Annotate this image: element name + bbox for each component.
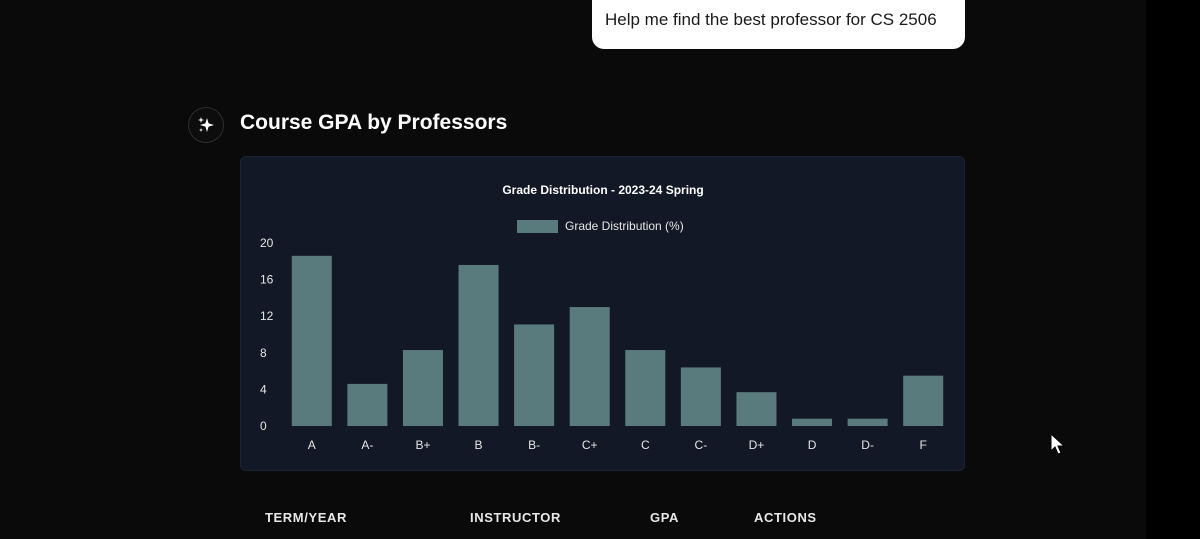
x-tick-label: D — [808, 438, 817, 452]
x-tick-label: D+ — [749, 438, 765, 452]
chart-canvas: Grade Distribution - 2023-24 Spring Grade… — [260, 183, 944, 452]
x-tick-label: C — [641, 438, 650, 452]
x-tick-label: B+ — [415, 438, 430, 452]
bar — [569, 307, 610, 426]
bar — [458, 264, 499, 426]
bar — [792, 418, 833, 426]
bar — [903, 375, 944, 426]
column-header-instructor[interactable]: INSTRUCTOR — [470, 510, 561, 525]
bar — [514, 324, 555, 426]
section-title: Course GPA by Professors — [240, 111, 508, 134]
bar — [402, 350, 443, 426]
x-tick-label: A- — [361, 438, 373, 452]
bar — [625, 350, 666, 426]
y-tick-label: 4 — [260, 382, 267, 396]
bar — [680, 367, 721, 426]
bar — [291, 255, 332, 426]
grade-distribution-chart: Grade Distribution - 2023-24 Spring Grade… — [240, 156, 965, 471]
user-message-text: Help me find the best professor for CS 2… — [605, 10, 937, 29]
chat-app: Help me find the best professor for CS 2… — [0, 0, 1146, 539]
x-tick-label: B- — [528, 438, 540, 452]
chart-title: Grade Distribution - 2023-24 Spring — [502, 183, 703, 197]
column-header-actions[interactable]: ACTIONS — [754, 510, 817, 525]
x-tick-label: C- — [695, 438, 708, 452]
assistant-avatar — [188, 107, 224, 143]
y-tick-label: 0 — [260, 419, 267, 433]
y-tick-label: 12 — [260, 309, 274, 323]
user-message-bubble: Help me find the best professor for CS 2… — [592, 0, 965, 49]
x-tick-label: A — [308, 438, 316, 452]
mouse-cursor-icon — [1050, 433, 1066, 455]
bar — [847, 418, 888, 426]
column-header-gpa[interactable]: GPA — [650, 510, 679, 525]
x-tick-label: C+ — [582, 438, 598, 452]
bar — [736, 392, 777, 426]
sparkles-icon — [198, 117, 214, 132]
x-tick-label: B — [475, 438, 483, 452]
legend-label: Grade Distribution (%) — [565, 219, 684, 233]
legend-swatch — [517, 220, 558, 233]
x-tick-label: D- — [861, 438, 874, 452]
column-header-term-year[interactable]: TERM/YEAR — [265, 510, 347, 525]
y-tick-label: 8 — [260, 346, 267, 360]
table-header: TERM/YEAR INSTRUCTOR GPA ACTIONS — [0, 510, 1146, 530]
y-tick-label: 20 — [260, 236, 274, 250]
bar — [347, 383, 388, 426]
y-tick-label: 16 — [260, 273, 274, 287]
x-tick-label: F — [920, 438, 927, 452]
